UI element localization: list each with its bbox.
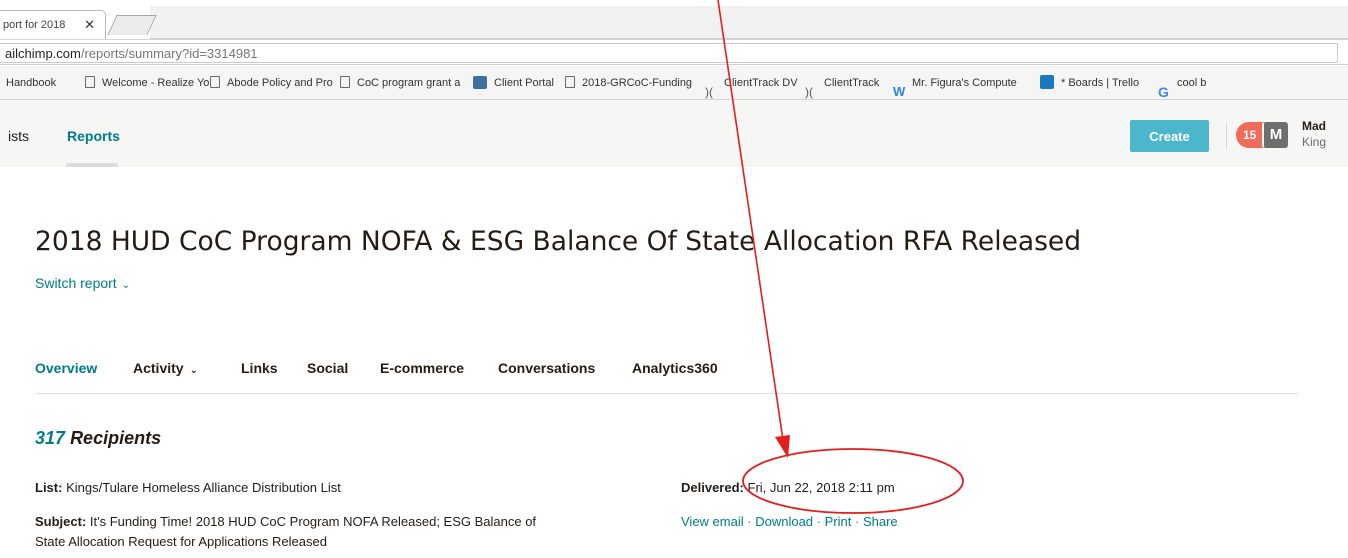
link-separator: · [747, 514, 752, 529]
url-path: /reports/summary?id=3314981 [80, 46, 258, 61]
recipients-label: Recipients [70, 428, 162, 448]
delivered-info: Delivered: Fri, Jun 22, 2018 2:11 pm [681, 478, 895, 498]
delivered-value: Fri, Jun 22, 2018 2:11 pm [747, 480, 895, 495]
recipients-count[interactable]: 317 [35, 428, 65, 448]
bookmark-label: Welcome - Realize Yo [102, 77, 210, 89]
bookmark-figura[interactable]: W Mr. Figura's Compute [893, 66, 1017, 100]
download-link[interactable]: Download [755, 514, 813, 529]
page-icon [210, 76, 220, 89]
bookmark-welcome[interactable]: Welcome - Realize Yo [85, 66, 210, 99]
bookmark-label: Abode Policy and Pro [227, 77, 333, 89]
recipients-heading: 317 Recipients [35, 428, 161, 449]
bookmark-coc-program[interactable]: CoC program grant a [340, 66, 461, 99]
google-icon: G [1158, 84, 1169, 100]
url-field[interactable]: ailchimp.com/reports/summary?id=3314981 [0, 43, 1338, 63]
browser-tab-strip: port for 2018 ✕ [0, 0, 1348, 39]
switch-report-dropdown[interactable]: Switch report ⌄ [35, 275, 130, 291]
bookmark-label: Client Portal [494, 77, 554, 89]
list-value: Kings/Tulare Homeless Alliance Distribut… [66, 480, 341, 495]
delivered-label: Delivered: [681, 480, 744, 495]
tab-links[interactable]: Links [241, 360, 278, 376]
email-actions: View email · Download · Print · Share [681, 514, 898, 529]
tab-analytics360[interactable]: Analytics360 [632, 360, 718, 376]
bookmark-cool[interactable]: Gcool b [1158, 66, 1207, 100]
share-link[interactable]: Share [863, 514, 898, 529]
bookmark-handbook[interactable]: Handbook [6, 66, 57, 99]
app-header: ists Reports Create 15 M Mad King [0, 100, 1348, 167]
bookmark-client-portal[interactable]: Client Portal [473, 66, 554, 99]
clienttrack-icon: )( [705, 85, 713, 100]
url-host: ailchimp.com [5, 46, 81, 61]
page-title: 2018 HUD CoC Program NOFA & ESG Balance … [35, 226, 1082, 257]
bookmark-label: ClientTrack DV [724, 77, 798, 89]
bookmark-label: Handbook [6, 77, 57, 89]
browser-tab[interactable]: port for 2018 ✕ [0, 10, 106, 39]
subject-line-2: State Allocation Request for Application… [35, 534, 327, 549]
bookmark-trello[interactable]: * Boards | Trello [1040, 66, 1140, 99]
tab-conversations[interactable]: Conversations [498, 360, 595, 376]
bookmark-label: Mr. Figura's Compute [912, 77, 1017, 89]
subject-label: Subject: [35, 514, 87, 529]
bookmark-label: * Boards | Trello [1061, 77, 1140, 89]
nav-reports[interactable]: Reports [67, 128, 120, 144]
account-subtitle: King [1302, 135, 1327, 149]
link-separator: · [816, 514, 822, 529]
view-email-link[interactable]: View email [681, 514, 744, 529]
print-link[interactable]: Print [825, 514, 852, 529]
annotation-arrowhead [775, 435, 790, 458]
portal-icon [473, 75, 487, 89]
tab-ecommerce[interactable]: E-commerce [380, 360, 464, 376]
subject-line-1: It's Funding Time! 2018 HUD CoC Program … [89, 514, 537, 529]
address-bar: ailchimp.com/reports/summary?id=3314981 [0, 39, 1348, 65]
browser-tab-title: port for 2018 [3, 19, 66, 31]
bookmark-abode-policy[interactable]: Abode Policy and Pro [210, 66, 333, 99]
page-icon [565, 76, 575, 89]
bookmark-label: ClientTrack [824, 77, 880, 89]
chevron-down-icon: ⌄ [121, 280, 131, 291]
bookmark-label: 2018-GRCoC-Funding [582, 77, 693, 89]
bookmark-label: cool b [1177, 77, 1207, 89]
close-icon[interactable]: ✕ [84, 11, 95, 39]
create-button[interactable]: Create [1130, 120, 1209, 152]
list-info: List: Kings/Tulare Homeless Alliance Dis… [35, 478, 341, 498]
tab-activity-label: Activity [133, 360, 184, 376]
tab-activity[interactable]: Activity ⌄ [133, 360, 198, 376]
tab-overview[interactable]: Overview [35, 360, 97, 376]
list-label: List: [35, 480, 63, 495]
weebly-icon: W [893, 84, 906, 100]
switch-report-label: Switch report [35, 275, 117, 291]
nav-lists[interactable]: ists [8, 128, 29, 144]
header-divider [1226, 122, 1227, 150]
page-icon [340, 76, 350, 89]
chevron-down-icon: ⌄ [189, 365, 198, 376]
page-icon [85, 76, 95, 89]
bookmark-clienttrack[interactable]: )( ClientTrack [805, 66, 880, 100]
tab-social[interactable]: Social [307, 360, 348, 376]
nav-active-indicator [66, 163, 118, 167]
trello-icon [1040, 75, 1054, 90]
bookmark-label: CoC program grant a [357, 77, 461, 89]
clienttrack-icon: )( [805, 85, 813, 100]
account-name[interactable]: Mad [1302, 119, 1326, 133]
bookmark-clienttrack-dv[interactable]: )( ClientTrack DV [705, 66, 798, 100]
avatar[interactable]: M [1262, 122, 1288, 148]
subject-info: Subject: It's Funding Time! 2018 HUD CoC… [35, 512, 675, 552]
bookmarks-bar: Handbook Welcome - Realize Yo Abode Poli… [0, 66, 1348, 100]
tab-strip-background [150, 6, 1348, 39]
bookmark-grcoc-funding[interactable]: 2018-GRCoC-Funding [565, 66, 693, 99]
report-tabs: Overview Activity ⌄ Links Social E-commer… [35, 360, 1298, 394]
link-separator: · [855, 514, 860, 529]
